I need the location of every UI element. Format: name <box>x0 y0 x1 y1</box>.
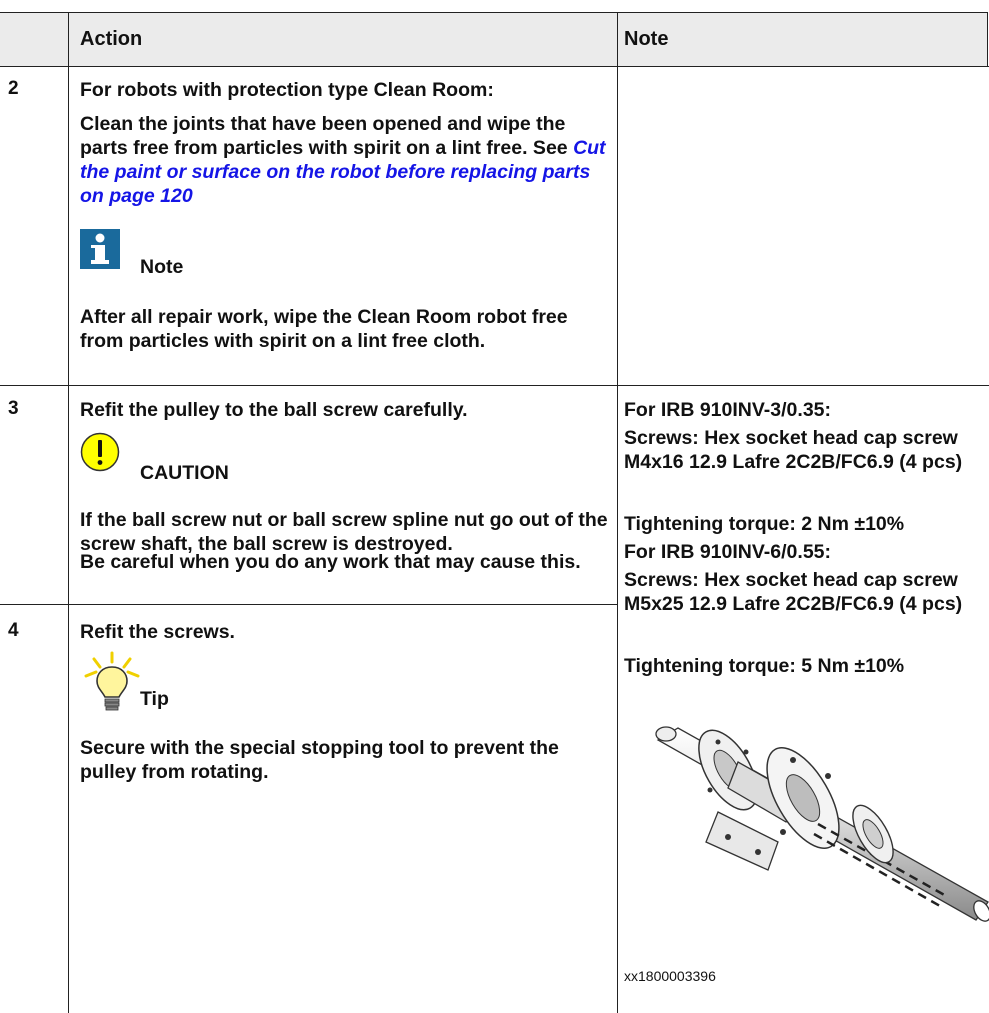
row2-body-text: Clean the joints that have been opened a… <box>80 113 574 159</box>
row-divider <box>0 66 989 67</box>
table-right-edge <box>987 12 988 66</box>
step-number: 3 <box>8 398 19 419</box>
tip-label: Tip <box>140 688 169 710</box>
note-screws-1: Screws: Hex socket head cap screw M4x16 … <box>624 427 963 473</box>
figure-caption: xx1800003396 <box>624 968 716 984</box>
row4-action: Refit the screws. <box>80 621 235 643</box>
note-variant-1: For IRB 910INV-3/0.35: <box>624 399 831 421</box>
row-divider <box>0 385 989 386</box>
header-note: Note <box>624 28 669 50</box>
procedure-table: Action Note 2 For robots with protection… <box>0 0 989 1013</box>
header-action: Action <box>80 28 143 50</box>
caution-label: CAUTION <box>140 462 229 484</box>
row2-heading: For robots with protection type Clean Ro… <box>80 79 494 101</box>
note-variant-2: For IRB 910INV-6/0.55: <box>624 541 831 563</box>
note-label: Note <box>140 256 184 278</box>
table-header <box>0 12 988 67</box>
caution-text: Be careful when you do any work that may… <box>80 551 581 573</box>
tip-bulb-icon <box>80 650 150 722</box>
caution-icon <box>80 432 120 472</box>
note-screws-2: Screws: Hex socket head cap screw M5x25 … <box>624 569 963 615</box>
col-divider <box>68 13 69 1013</box>
ball-screw-figure <box>618 692 989 962</box>
note-torque-1: Tightening torque: 2 Nm ±10% <box>624 513 905 535</box>
caution-text: If the ball screw nut or ball screw spli… <box>80 509 608 555</box>
row2-body: Clean the joints that have been opened a… <box>80 112 610 208</box>
note-text: After all repair work, wipe the Clean Ro… <box>80 306 568 352</box>
row3-action: Refit the pulley to the ball screw caref… <box>80 399 468 421</box>
step-number: 2 <box>8 78 19 99</box>
step-number: 4 <box>8 620 19 641</box>
tip-text: Secure with the special stopping tool to… <box>80 737 559 783</box>
info-icon <box>80 229 120 269</box>
row-divider <box>0 604 618 605</box>
note-torque-2: Tightening torque: 5 Nm ±10% <box>624 655 905 677</box>
